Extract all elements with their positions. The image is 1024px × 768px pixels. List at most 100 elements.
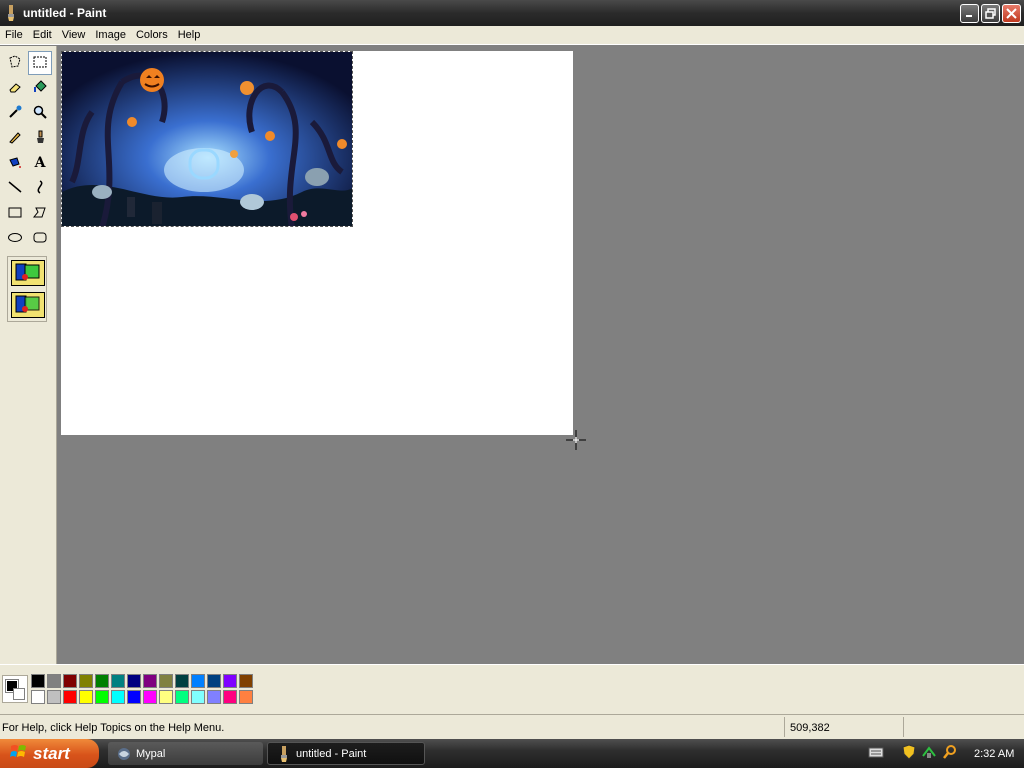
palette-swatch[interactable] xyxy=(159,674,173,688)
palette-swatch[interactable] xyxy=(111,674,125,688)
rectangle-select-tool[interactable] xyxy=(28,51,52,75)
palette-swatch[interactable] xyxy=(95,674,109,688)
palette-swatch[interactable] xyxy=(63,690,77,704)
restore-button[interactable] xyxy=(981,3,1000,23)
palette-swatch[interactable] xyxy=(79,690,93,704)
pencil-icon xyxy=(7,129,23,148)
palette-swatch[interactable] xyxy=(95,690,109,704)
mypal-browser-icon xyxy=(116,746,132,762)
ellipse-tool[interactable] xyxy=(3,226,27,250)
transparent-mode-icon xyxy=(13,293,43,318)
curve-tool[interactable] xyxy=(28,176,52,200)
palette-swatch[interactable] xyxy=(207,690,221,704)
color-box xyxy=(0,664,1024,714)
palette-swatch[interactable] xyxy=(159,690,173,704)
windows-logo-icon xyxy=(10,743,28,764)
start-label: start xyxy=(33,743,70,763)
text-tool[interactable]: A xyxy=(28,151,52,175)
status-coordinates: 509,382 xyxy=(784,717,902,737)
pasted-image-selection[interactable] xyxy=(61,51,353,227)
palette-swatch[interactable] xyxy=(223,674,237,688)
palette-swatch[interactable] xyxy=(175,674,189,688)
tool-options-panel xyxy=(7,256,47,322)
minimize-button[interactable] xyxy=(960,3,979,23)
background-color-swatch xyxy=(13,688,25,700)
pick-color-tool[interactable] xyxy=(3,101,27,125)
transparent-selection-option[interactable] xyxy=(11,292,45,318)
paint-app-icon xyxy=(276,745,292,762)
paint-app-icon xyxy=(4,5,18,21)
menu-edit[interactable]: Edit xyxy=(28,26,57,45)
opaque-mode-icon xyxy=(13,261,43,286)
palette-swatch[interactable] xyxy=(47,690,61,704)
palette-swatch[interactable] xyxy=(175,690,189,704)
menu-view[interactable]: View xyxy=(57,26,91,45)
brush-tool[interactable] xyxy=(28,126,52,150)
text-icon: A xyxy=(34,155,46,171)
status-selection-size xyxy=(903,717,1021,737)
menu-help[interactable]: Help xyxy=(173,26,206,45)
menu-bar: File Edit View Image Colors Help xyxy=(0,26,1024,45)
drawing-canvas[interactable] xyxy=(61,51,586,450)
polygon-icon xyxy=(32,204,48,223)
pick-color-icon xyxy=(7,104,23,123)
polygon-tool[interactable] xyxy=(28,201,52,225)
palette-swatch[interactable] xyxy=(191,690,205,704)
system-tray: 2:32 AM xyxy=(862,739,1024,768)
palette-swatch[interactable] xyxy=(79,674,93,688)
palette-swatch[interactable] xyxy=(191,674,205,688)
taskbar-item-mypal[interactable]: Mypal xyxy=(108,742,263,765)
palette-swatch[interactable] xyxy=(239,674,253,688)
palette-swatch[interactable] xyxy=(31,690,45,704)
search-icon[interactable] xyxy=(942,744,958,763)
magnifier-tool[interactable] xyxy=(28,101,52,125)
menu-file[interactable]: File xyxy=(0,26,28,45)
eraser-icon xyxy=(7,79,23,98)
rounded-rectangle-tool[interactable] xyxy=(28,226,52,250)
free-form-select-tool[interactable] xyxy=(3,51,27,75)
current-colors[interactable] xyxy=(2,675,28,703)
taskbar: start Mypal untitled - Paint 2:32 AM xyxy=(0,739,1024,768)
brush-icon xyxy=(32,129,48,148)
palette-swatch[interactable] xyxy=(111,690,125,704)
menu-image[interactable]: Image xyxy=(90,26,131,45)
keyboard-icon[interactable] xyxy=(868,745,884,762)
palette-swatch[interactable] xyxy=(239,690,253,704)
canvas-area[interactable] xyxy=(58,46,1024,664)
title-bar[interactable]: untitled - Paint xyxy=(0,0,1024,26)
start-button[interactable]: start xyxy=(0,739,99,768)
rectangle-tool[interactable] xyxy=(3,201,27,225)
crosshair-cursor xyxy=(565,429,587,451)
palette-swatch[interactable] xyxy=(127,690,141,704)
palette-swatch[interactable] xyxy=(47,674,61,688)
palette-swatch[interactable] xyxy=(31,674,45,688)
palette-swatch[interactable] xyxy=(143,690,157,704)
airbrush-tool[interactable] xyxy=(3,151,27,175)
fill-bucket-icon xyxy=(32,79,48,98)
palette-swatch[interactable] xyxy=(143,674,157,688)
opaque-selection-option[interactable] xyxy=(11,260,45,286)
line-icon xyxy=(7,179,23,198)
palette-swatch[interactable] xyxy=(223,690,237,704)
taskbar-item-paint[interactable]: untitled - Paint xyxy=(267,742,425,765)
close-button[interactable] xyxy=(1002,3,1021,23)
system-clock[interactable]: 2:32 AM xyxy=(974,748,1014,760)
palette-swatch[interactable] xyxy=(63,674,77,688)
pencil-tool[interactable] xyxy=(3,126,27,150)
ellipse-icon xyxy=(7,229,23,248)
fill-bucket-tool[interactable] xyxy=(28,76,52,100)
menu-colors[interactable]: Colors xyxy=(131,26,173,45)
status-bar: For Help, click Help Topics on the Help … xyxy=(0,714,1024,739)
palette-swatch[interactable] xyxy=(127,674,141,688)
line-tool[interactable] xyxy=(3,176,27,200)
status-help-text: For Help, click Help Topics on the Help … xyxy=(2,722,225,734)
security-shield-icon[interactable] xyxy=(902,744,916,763)
network-icon[interactable] xyxy=(921,744,937,763)
halloween-forest-image xyxy=(62,52,352,226)
window-title: untitled - Paint xyxy=(23,6,107,20)
rectangle-select-icon xyxy=(32,54,48,73)
magnifier-icon xyxy=(32,104,48,123)
eraser-tool[interactable] xyxy=(3,76,27,100)
airbrush-icon xyxy=(7,154,23,173)
palette-swatch[interactable] xyxy=(207,674,221,688)
